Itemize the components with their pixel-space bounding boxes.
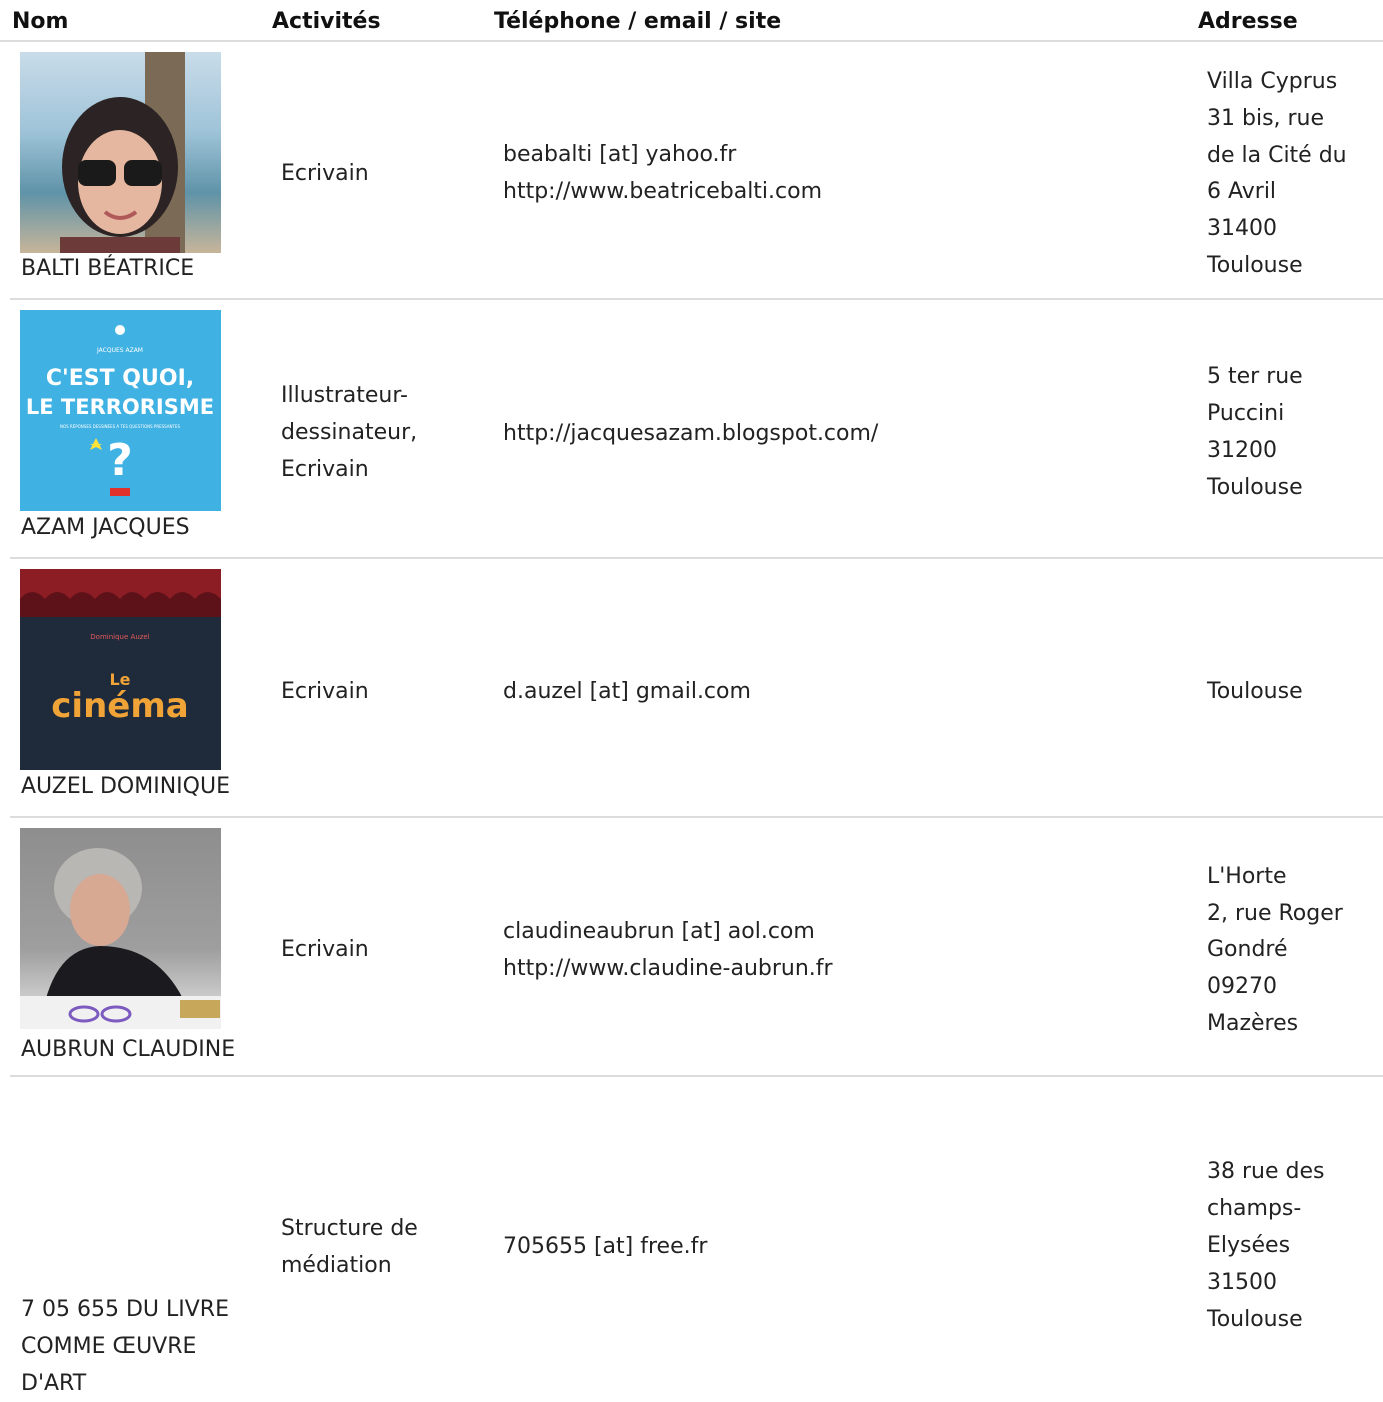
address-line: 2, rue Roger [1207,901,1343,926]
email-link[interactable]: d.auzel [at] gmail.com [503,673,751,710]
header-nom: Nom [12,9,69,34]
table-row: Dominique Auzel Le cinéma AUZEL DOMINIQU… [10,559,1383,818]
address-line: champs- [1207,1196,1302,1221]
book-cover[interactable]: Dominique Auzel Le cinéma [20,569,221,770]
activity: Ecrivain [281,161,369,186]
organization-name: D'ART [21,1371,87,1396]
organization-name: 7 05 655 DU LIVRE [21,1297,229,1322]
address-line: Elysées [1207,1233,1291,1258]
address-line: Villa Cyprus [1207,69,1338,94]
address-line: Toulouse [1207,475,1303,500]
address-line: 31 bis, rue [1207,106,1325,131]
table-row: BALTI BÉATRICE Ecrivain beabalti [at] ya… [10,42,1383,300]
address-line: 31400 [1207,216,1277,241]
activity: Structure de [281,1216,418,1241]
cover-title-2: LE TERRORISME [26,395,214,419]
email-link[interactable]: claudineaubrun [at] aol.com [503,913,815,950]
activity: Ecrivain [281,457,369,482]
table-row: 7 05 655 DU LIVRE COMME ŒUVRE D'ART Stru… [10,1077,1383,1402]
email-link[interactable]: beabalti [at] yahoo.fr [503,136,736,173]
activity: Ecrivain [281,937,369,962]
person-name: BALTI BÉATRICE [21,256,195,281]
activity: médiation [281,1253,392,1278]
address-line: L'Horte [1207,864,1287,889]
cover-title-1: C'EST QUOI, [46,366,194,391]
header-adresse: Adresse [1198,9,1298,34]
person-name: AUBRUN CLAUDINE [21,1037,236,1062]
cover-author: Dominique Auzel [90,633,149,641]
organization-name: COMME ŒUVRE [21,1334,197,1359]
activity: Illustrateur- [281,383,408,408]
cover-question-mark: ? [107,435,133,486]
table-header: Nom Activités Téléphone / email / site A… [0,0,1383,42]
header-activites: Activités [272,9,381,34]
table-row: JACQUES AZAM C'EST QUOI, LE TERRORISME N… [10,300,1383,559]
portrait-photo[interactable] [20,828,221,1029]
activity: dessinateur, [281,420,418,445]
header-contact: Téléphone / email / site [494,9,782,34]
cover-title-2: cinéma [51,686,188,726]
cover-subtitle: NOS RÉPONSES DESSINÉES À TES QUESTIONS P… [60,424,180,429]
website-link[interactable]: http://www.claudine-aubrun.fr [503,950,833,987]
email-link[interactable]: 705655 [at] free.fr [503,1228,707,1265]
address-line: 09270 [1207,974,1277,999]
address-line: de la Cité du [1207,143,1347,168]
address-line: 5 ter rue [1207,364,1303,389]
address-line: 6 Avril [1207,179,1277,204]
cover-author: JACQUES AZAM [96,347,143,354]
address-line: Gondré [1207,937,1288,962]
address-line: 31200 [1207,438,1277,463]
address-line: Mazères [1207,1011,1299,1036]
book-cover[interactable]: JACQUES AZAM C'EST QUOI, LE TERRORISME N… [20,310,221,511]
address-line: Toulouse [1207,1307,1303,1332]
activity: Ecrivain [281,679,369,704]
address-line: Toulouse [1207,679,1303,704]
website-link[interactable]: http://jacquesazam.blogspot.com/ [503,415,878,452]
person-name: AUZEL DOMINIQUE [21,774,230,799]
table-row: AUBRUN CLAUDINE Ecrivain claudineaubrun … [10,818,1383,1077]
address-line: Puccini [1207,401,1285,426]
person-name: AZAM JACQUES [21,515,190,540]
portrait-photo[interactable] [20,52,221,253]
address-line: 38 rue des [1207,1159,1325,1184]
address-line: 31500 [1207,1270,1277,1295]
website-link[interactable]: http://www.beatricebalti.com [503,173,822,210]
address-line: Toulouse [1207,253,1303,278]
